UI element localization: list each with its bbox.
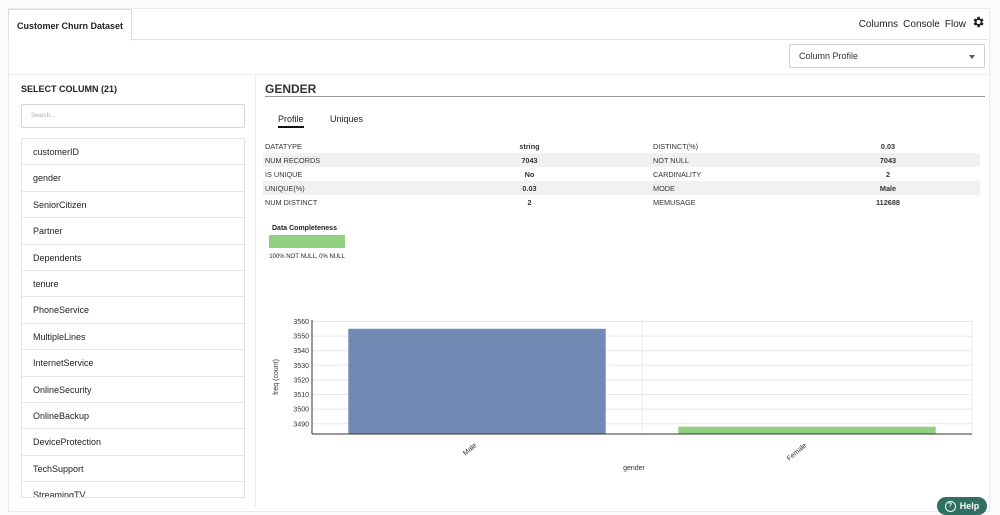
stat-value: 112688	[876, 197, 900, 207]
select-column-heading: SELECT COLUMN (21)	[21, 84, 118, 94]
column-item[interactable]: gender	[22, 165, 244, 192]
column-item[interactable]: PhoneService	[22, 297, 244, 324]
column-item[interactable]: DeviceProtection	[22, 429, 244, 456]
x-axis-label: gender	[623, 465, 645, 472]
stat-value: 0.03	[408, 181, 651, 195]
y-tick-label: 3560	[293, 319, 309, 326]
column-item[interactable]: MultipleLines	[22, 324, 244, 351]
flow-link[interactable]: Flow	[945, 19, 966, 30]
stats-row: IS UNIQUE No CARDINALITY 2	[263, 167, 980, 181]
y-tick-label: 3550	[293, 334, 309, 341]
stats-table: DATATYPE string DISTINCT(%) 0.03 NUM RECORDS…	[263, 139, 980, 209]
stat-label: MEMUSAGE	[653, 197, 696, 207]
y-axis-label: freq (count)	[273, 359, 280, 395]
stat-label: NUM DISTINCT	[265, 197, 318, 207]
stat-value: 7043	[796, 153, 980, 167]
view-select[interactable]: Column Profile	[789, 44, 985, 68]
view-select-value: Column Profile	[799, 51, 859, 61]
panel-divider	[255, 75, 256, 507]
stat-label: DISTINCT(%)	[653, 141, 698, 151]
tab-profile[interactable]: Profile	[278, 114, 304, 128]
x-tick-label: Male	[462, 442, 478, 457]
tab-uniques[interactable]: Uniques	[330, 114, 363, 124]
stats-row: DATATYPE string DISTINCT(%) 0.03	[263, 139, 980, 153]
stats-row: NUM DISTINCT 2 MEMUSAGE 112688	[263, 195, 980, 209]
column-list: customerID gender SeniorCitizen Partner Depe…	[21, 138, 245, 498]
completeness-label: 100% NOT NULL, 0% NULL	[269, 254, 345, 260]
search-input[interactable]: Search...	[21, 104, 245, 128]
x-tick-label: Female	[786, 442, 808, 462]
stat-value: Male	[796, 181, 980, 195]
column-item[interactable]: StreamingTV	[22, 482, 244, 497]
help-button[interactable]: ? Help	[937, 497, 987, 515]
dataset-tab[interactable]: Customer Churn Dataset	[8, 9, 132, 41]
stat-label: CARDINALITY	[653, 169, 702, 179]
stat-label: IS UNIQUE	[265, 169, 303, 179]
title-underline	[265, 96, 985, 97]
stat-label: NUM RECORDS	[263, 153, 408, 167]
stat-value: 2	[527, 197, 532, 207]
stat-value: 2	[885, 169, 891, 179]
y-tick-label: 3500	[293, 407, 309, 414]
y-tick-label: 3490	[293, 421, 309, 428]
stat-value: string	[519, 141, 540, 151]
gear-icon[interactable]	[971, 15, 985, 29]
stat-value: No	[524, 169, 535, 179]
column-item[interactable]: OnlineBackup	[22, 403, 244, 430]
column-item[interactable]: TechSupport	[22, 456, 244, 483]
bar	[678, 426, 936, 434]
column-item[interactable]: InternetService	[22, 350, 244, 377]
stats-row: UNIQUE(%) 0.03 MODE Male	[263, 181, 980, 195]
completeness-bar	[269, 235, 345, 248]
chevron-down-icon	[969, 55, 975, 59]
stat-label: DATATYPE	[265, 141, 302, 151]
column-item[interactable]: customerID	[22, 139, 244, 166]
stat-label: NOT NULL	[651, 153, 796, 167]
column-item[interactable]: SeniorCitizen	[22, 192, 244, 219]
help-label: Help	[959, 501, 980, 511]
question-icon: ?	[944, 500, 956, 512]
column-item[interactable]: Partner	[22, 218, 244, 245]
column-item[interactable]: Dependents	[22, 245, 244, 271]
bar	[348, 328, 606, 434]
y-tick-label: 3530	[293, 363, 309, 370]
top-nav: Columns Console Flow	[859, 19, 966, 30]
frequency-chart: 3490 3500 3510 3520 3530 3540 3550 3560 Male Fema…	[273, 319, 973, 472]
stat-label: MODE	[651, 181, 796, 195]
completeness-title: Data Completeness	[272, 225, 337, 232]
stat-value: 0.03	[880, 141, 896, 151]
console-link[interactable]: Console	[903, 19, 940, 30]
stats-row: NUM RECORDS 7043 NOT NULL 7043	[263, 153, 980, 167]
tab-divider	[130, 39, 988, 40]
header-divider	[8, 74, 988, 75]
column-item[interactable]: tenure	[22, 271, 244, 298]
columns-link[interactable]: Columns	[859, 19, 898, 30]
page-title: GENDER	[265, 82, 317, 96]
stat-label: UNIQUE(%)	[263, 181, 408, 195]
stat-value: 7043	[408, 153, 651, 167]
column-item[interactable]: OnlineSecurity	[22, 377, 244, 403]
y-tick-label: 3510	[293, 392, 309, 399]
y-tick-label: 3520	[293, 377, 309, 384]
y-tick-label: 3540	[293, 348, 309, 355]
